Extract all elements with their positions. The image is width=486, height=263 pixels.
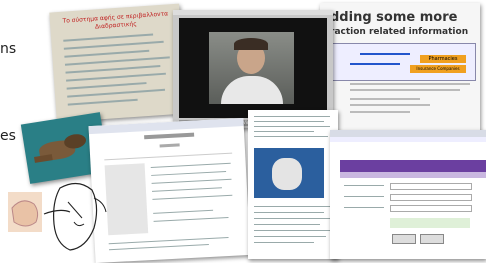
edge-text-middle: es (0, 128, 16, 144)
article-photo (254, 148, 324, 198)
insurance-label: Insurance Companies (416, 66, 460, 71)
insurance-box: Insurance Companies (410, 65, 466, 73)
edge-text-top: ns (0, 41, 17, 57)
adding-info-slide-thumbnail: dding some more raction related informat… (320, 3, 480, 133)
adding-slide-title-2: raction related information (330, 27, 469, 37)
form-header-bar (340, 160, 486, 172)
video-frame (179, 18, 327, 118)
form-submit-button[interactable] (392, 234, 416, 244)
pharmacies-label: Pharmacies (428, 56, 458, 62)
web-form-screenshot (330, 130, 486, 259)
form-cancel-button[interactable] (420, 234, 444, 244)
questionnaire-document (88, 118, 251, 263)
nose-examination-illustration (8, 178, 108, 259)
video-person (209, 32, 294, 104)
greek-slide-thumbnail: Το σύστημα αφής σε περιβαλλοντα Διαδραστ… (49, 3, 187, 123)
article-document (248, 110, 338, 259)
adding-slide-title-1: dding some more (330, 10, 458, 25)
pharmacies-box: Pharmacies (420, 55, 466, 63)
